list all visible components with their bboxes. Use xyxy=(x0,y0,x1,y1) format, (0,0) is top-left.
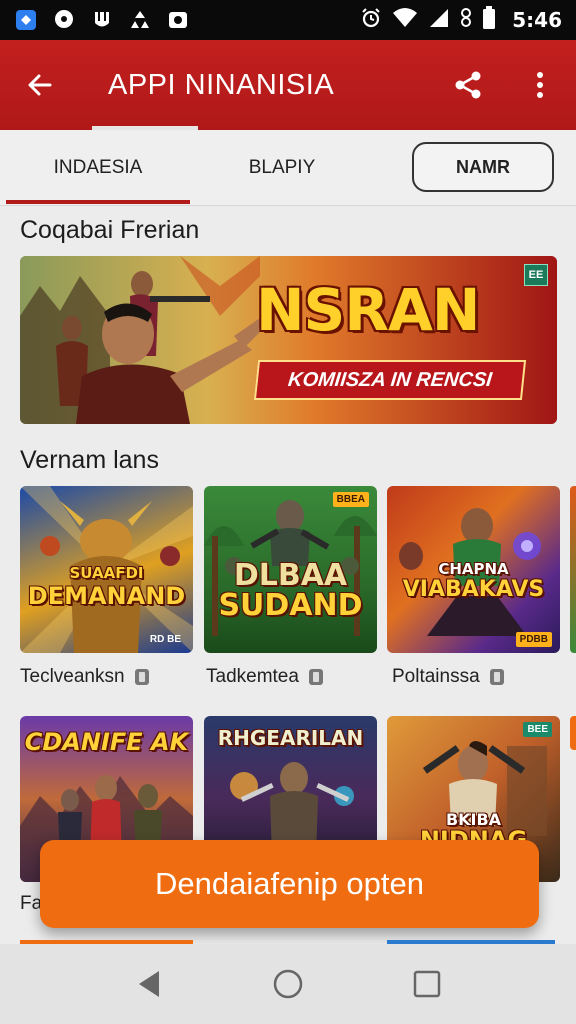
wifi-icon xyxy=(392,7,418,34)
share-icon xyxy=(455,71,481,99)
banner-headline: NSRAN xyxy=(256,276,480,344)
device-icon xyxy=(308,669,323,685)
next-card-peek xyxy=(570,486,576,653)
home-circle-icon xyxy=(273,969,303,999)
game-card[interactable]: DLBAA SUDAND BBEA xyxy=(204,486,377,653)
game-logo-top: DLBAA xyxy=(233,558,348,593)
arrow-left-icon xyxy=(28,74,52,96)
app-title: APPI NINANISIA xyxy=(108,68,335,101)
nav-home-button[interactable] xyxy=(258,954,318,1014)
recents-square-icon xyxy=(413,970,440,998)
notification-icon xyxy=(90,8,114,32)
status-bar: 5:46 xyxy=(0,0,576,40)
more-vert-icon xyxy=(537,72,543,98)
game-name-text: Tadkemtea xyxy=(206,666,299,687)
game-badge: BEE xyxy=(523,722,552,737)
recycle-icon xyxy=(128,8,152,32)
back-button[interactable] xyxy=(0,40,80,130)
system-nav-bar xyxy=(0,944,576,1024)
game-logo-top: RHGEARILAN xyxy=(217,726,364,750)
open-cta-button[interactable]: Dendaiafenip opten xyxy=(40,840,539,928)
tab-indaesia[interactable]: INDAESIA xyxy=(0,130,196,206)
featured-banner[interactable]: NSRAN KOMIISZA IN RENCSI EE xyxy=(20,256,557,424)
alarm-icon xyxy=(360,7,382,34)
signal-icon xyxy=(428,7,450,34)
game-corner-label: PDBB xyxy=(515,632,552,647)
device-icon xyxy=(134,669,149,685)
app-icon xyxy=(14,8,38,32)
game-card[interactable]: CHAPNA VIABAKAVS PDBB xyxy=(387,486,560,653)
next-card-peek xyxy=(570,716,576,750)
device-icon xyxy=(489,669,504,685)
nav-back-button[interactable] xyxy=(119,954,179,1014)
featured-section-title: Coqabai Frerian xyxy=(20,216,200,244)
back-triangle-icon xyxy=(139,971,160,997)
game-name-text: Poltainssa xyxy=(392,666,480,687)
nav-recents-button[interactable] xyxy=(397,954,457,1014)
game-corner-label: RD BE xyxy=(149,634,181,645)
game-name: Tadkemtea xyxy=(206,666,323,688)
data-icon xyxy=(460,7,472,34)
game-logo-main: DEMANAND xyxy=(27,582,186,610)
banner-subtitle: KOMIISZA IN RENCSI xyxy=(253,360,527,400)
messenger-icon xyxy=(52,8,76,32)
banner-badge: EE xyxy=(524,264,548,286)
game-logo-top: CDANIFE AK xyxy=(24,728,189,756)
app-bar: APPI NINANISIA xyxy=(0,40,576,130)
games-section-title: Vernam lans xyxy=(20,446,159,474)
photo-icon xyxy=(166,8,190,32)
game-badge: BBEA xyxy=(332,492,369,507)
status-time: 5:46 xyxy=(512,8,562,32)
battery-icon xyxy=(482,5,496,35)
game-logo-main: SUDAND xyxy=(218,588,363,623)
game-name: Teclveanksn xyxy=(20,666,149,688)
game-name-text: Teclveanksn xyxy=(20,666,125,687)
share-button[interactable] xyxy=(432,40,504,130)
namr-pill-button[interactable]: NAMR xyxy=(412,142,554,192)
game-logo-top: SUAAFDI xyxy=(69,564,144,582)
tab-blapiy[interactable]: BLAPIY xyxy=(196,130,368,206)
game-name-partial: Fa xyxy=(20,893,43,914)
game-logo-top: CHAPNA xyxy=(438,560,509,578)
more-options-button[interactable] xyxy=(504,40,576,130)
game-name: Poltainssa xyxy=(392,666,504,688)
game-card[interactable]: SUAAFDI DEMANAND RD BE xyxy=(20,486,193,653)
game-logo-main: VIABAKAVS xyxy=(402,577,545,602)
